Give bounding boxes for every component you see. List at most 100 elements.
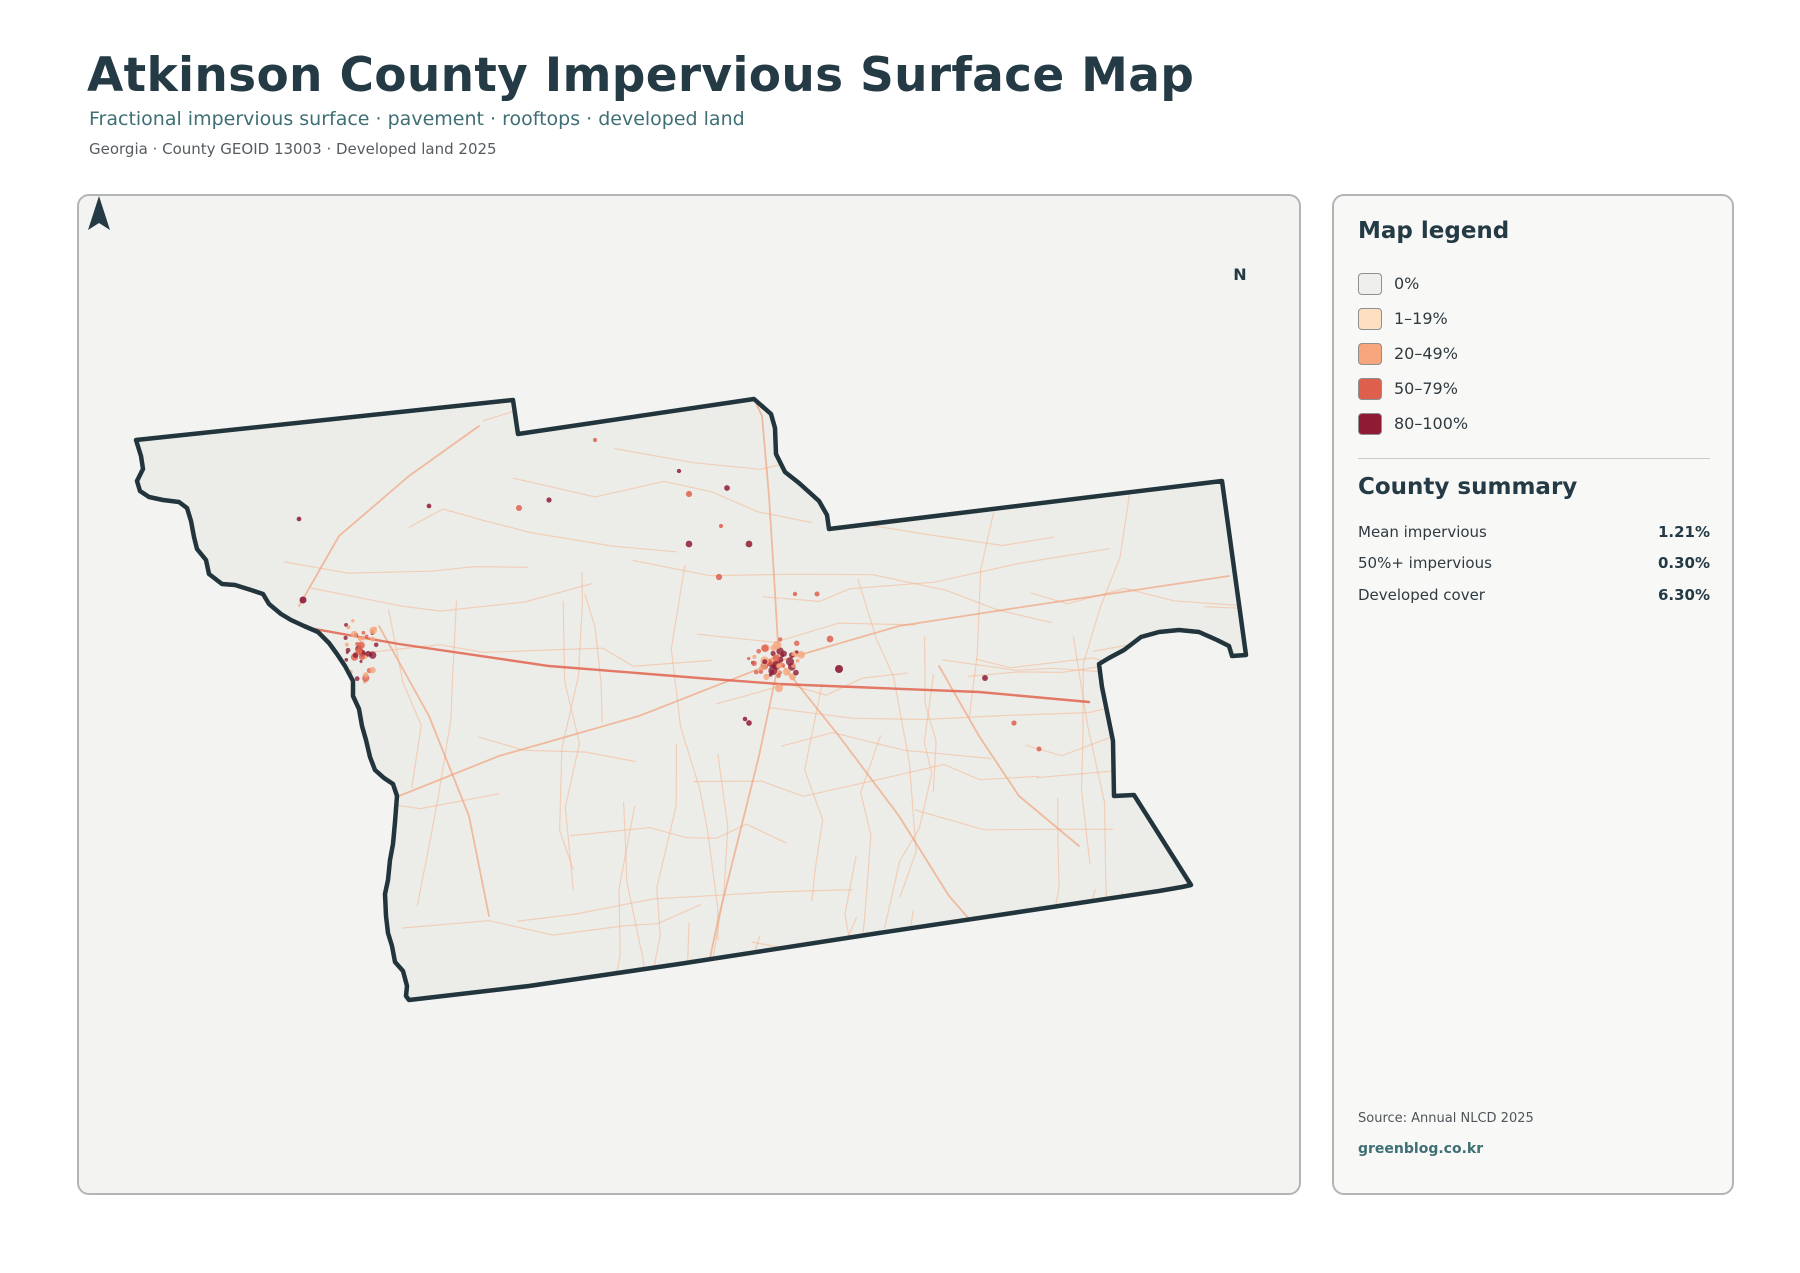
developed-patch [756,648,762,654]
developed-patch [745,540,753,548]
minor-road [234,961,268,1000]
developed-patch [372,626,377,631]
developed-patch [763,673,770,680]
developed-patch [761,644,769,652]
developed-patch [355,647,363,655]
developed-patch [758,669,764,674]
north-label: N [1233,265,1247,284]
developed-patch [795,650,799,654]
summary-row: 50%+ impervious 0.30% [1358,548,1710,580]
developed-patch [351,618,355,623]
developed-patch [296,516,302,522]
site-credit: greenblog.co.kr [1358,1141,1484,1157]
developed-patch [762,659,768,665]
legend-label: 1–19% [1394,309,1448,328]
developed-patch [778,637,783,642]
developed-patch [746,720,752,726]
developed-patch [746,656,751,661]
developed-patch [785,657,795,666]
legend-label: 50–79% [1394,379,1458,398]
developed-patch [792,591,798,597]
page-meta: Georgia · County GEOID 13003 · Developed… [89,140,497,158]
developed-patch [782,668,791,676]
summary-label: Mean impervious [1358,522,1487,541]
summary-list: Mean impervious 1.21% 50%+ impervious 0.… [1358,516,1710,611]
legend-label: 80–100% [1394,414,1469,433]
developed-patch [426,503,432,509]
summary-value: 1.21% [1657,522,1710,541]
minor-road [228,796,249,1000]
developed-patch [982,675,988,681]
minor-road [172,739,195,967]
developed-patch [814,591,820,597]
minor-road [334,833,355,1000]
minor-road [136,872,152,1000]
legend-swatch [1358,412,1382,435]
developed-patch [365,650,372,657]
north-arrow-icon [88,196,110,230]
developed-patch [344,642,349,647]
developed-patch [354,676,360,682]
developed-patch [546,497,552,503]
legend-label: 20–49% [1394,344,1458,363]
developed-patch [361,630,366,635]
developed-patch [370,636,375,642]
map-panel[interactable]: N [77,194,1301,1195]
summary-label: 50%+ impervious [1358,554,1492,573]
minor-road [942,415,1246,446]
developed-patch [718,523,724,529]
developed-patch [751,660,757,667]
developed-patch [793,640,800,647]
legend-panel: Map legend 0% 1–19% 20–49% 50–79% 80–100… [1332,194,1734,1195]
developed-patch [676,468,682,474]
page-subtitle: Fractional impervious surface · pavement… [89,108,745,130]
legend-swatch [1358,307,1382,330]
minor-road [747,935,777,1000]
developed-patch [772,640,782,650]
legend-item: 0% [1358,266,1468,301]
page-title: Atkinson County Impervious Surface Map [87,48,1195,103]
developed-patch [685,490,693,498]
developed-patch [742,716,748,722]
minor-road [785,440,1042,452]
minor-road [1093,638,1246,686]
developed-patch [1011,720,1017,726]
developed-patch [826,635,834,643]
developed-patch [373,642,379,648]
developed-patch [350,630,358,638]
minor-road [906,910,919,1000]
legend-item: 1–19% [1358,301,1468,336]
legend-item: 80–100% [1358,406,1468,441]
legend-label: 0% [1394,274,1420,293]
legend-item: 50–79% [1358,371,1468,406]
legend-swatch [1358,272,1382,295]
summary-title: County summary [1358,474,1578,500]
developed-patch [793,669,799,676]
county-area [136,399,1246,1000]
developed-patch [345,647,351,653]
minor-road [933,930,956,1000]
developed-patch [299,596,307,604]
developed-patch [715,573,723,581]
developed-patch [774,684,783,693]
developed-patch [344,657,349,662]
developed-patch [777,669,781,673]
developed-patch [835,665,843,673]
legend-item: 20–49% [1358,336,1468,371]
developed-patch [795,658,800,663]
developed-patch [363,672,369,678]
legend-divider [1358,458,1710,459]
map-canvas[interactable] [79,196,1301,1195]
legend-title: Map legend [1358,218,1510,244]
minor-road [240,883,260,1000]
developed-patch [592,437,598,443]
minor-road [1153,942,1246,969]
developed-patch [780,653,785,658]
developed-patch [358,654,365,661]
developed-patch [364,634,369,639]
source-note: Source: Annual NLCD 2025 [1358,1111,1534,1126]
developed-patch [753,669,759,675]
developed-patch [515,504,523,512]
legend-swatch [1358,342,1382,365]
summary-label: Developed cover [1358,585,1485,604]
